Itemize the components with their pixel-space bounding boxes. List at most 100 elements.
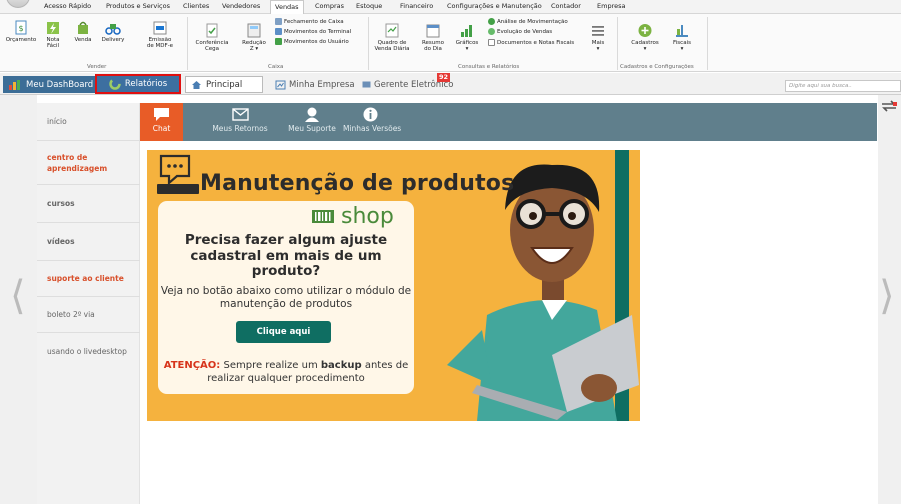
fechamento-caixa-button[interactable]: Fechamento de Caixa (275, 18, 344, 25)
notification-badge: 92 (437, 73, 451, 82)
tab-bar: Meu DashBoard Relatórios Principal Minha… (0, 73, 901, 95)
app-orb-button[interactable] (6, 0, 30, 8)
group-label-caixa: Caixa (268, 64, 284, 70)
lightning-doc-icon (47, 22, 59, 34)
graficos-button[interactable]: Gráficos ▾ (452, 23, 482, 52)
group-label-consultas: Consultas e Relatórios (458, 64, 520, 70)
quadro-venda-diaria-button[interactable]: Quadro de Venda Diária (372, 23, 412, 52)
board-icon (385, 23, 399, 38)
ribbon: $ Orçamento Nota Fácil Venda Delivery Emi… (0, 14, 901, 72)
tab-principal[interactable]: Principal (185, 76, 263, 93)
reducao-z-button[interactable]: Redução Z ▾ (239, 23, 269, 52)
chevron-right-icon[interactable]: ⟩ (879, 273, 895, 319)
calendar-icon (426, 24, 440, 38)
menu-vendedores[interactable]: Vendedores (222, 2, 260, 10)
ribbon-separator (368, 17, 369, 70)
sidebar-item-boleto[interactable]: boleto 2º via (37, 297, 140, 333)
cash-register-icon (247, 23, 261, 38)
sidebar-item-inicio[interactable]: início (37, 103, 140, 141)
menu-compras[interactable]: Compras (315, 2, 344, 10)
banner-heading: Precisa fazer algum ajuste cadastral em … (184, 232, 388, 279)
sidebar: início centro de aprendizagem cursos víd… (37, 103, 140, 504)
chevron-left-icon[interactable]: ⟨ (10, 273, 26, 319)
movimentos-usuario-button[interactable]: Movimentos do Usuário (275, 38, 349, 45)
shop-logo: shop (312, 204, 394, 229)
tab-relatorios[interactable]: Relatórios (95, 74, 181, 94)
documentos-notas-button[interactable]: Documentos e Notas Fiscais (488, 39, 574, 46)
hamburger-icon (592, 26, 604, 36)
right-nav-pane: ⟩ (878, 95, 901, 504)
sidebar-item-livedesktop[interactable]: usando o livedesktop (37, 333, 140, 373)
tab-minhas-versoes[interactable]: Minhas Versões (343, 107, 401, 133)
truck-doc-icon (153, 21, 167, 35)
monitor-icon (362, 81, 371, 87)
menu-configuracoes[interactable]: Configurações e Manutenção (447, 2, 542, 10)
tab-meu-suporte[interactable]: Meu Suporte (283, 107, 341, 133)
banner-title: Manutenção de produtos (200, 171, 515, 196)
tab-minha-empresa[interactable]: Minha Empresa (275, 76, 355, 93)
sidebar-item-centro-aprendizagem[interactable]: centro de aprendizagem (37, 141, 140, 185)
menu-estoque[interactable]: Estoque (356, 2, 382, 10)
menu-clientes[interactable]: Clientes (183, 2, 209, 10)
checklist-icon (206, 23, 218, 38)
search-input[interactable]: Digite aqui sua busca.. (785, 80, 901, 92)
spinner-icon (109, 78, 121, 90)
user-support-icon (305, 107, 319, 122)
menu-produtos[interactable]: Produtos e Serviços (106, 2, 170, 10)
sidebar-item-cursos[interactable]: cursos (37, 185, 140, 223)
resumo-do-dia-button[interactable]: Resumo do Dia (418, 23, 448, 52)
dashboard-chart-icon (9, 80, 20, 90)
pie-chart-icon (488, 18, 495, 25)
svg-text:$: $ (19, 24, 24, 33)
barcode-icon (312, 210, 334, 223)
chat-bubble-icon (154, 108, 169, 121)
bar-chart-icon (461, 25, 472, 37)
home-icon (192, 80, 201, 89)
cadastros-button[interactable]: Cadastros ▾ (628, 23, 662, 52)
document-icon (488, 39, 495, 46)
shopping-bag-icon (78, 21, 88, 34)
ribbon-separator (617, 17, 618, 70)
sidebar-item-suporte[interactable]: suporte ao cliente (37, 261, 140, 297)
banner-warning: ATENÇÃO: Sempre realize um backup antes … (163, 360, 409, 384)
group-label-cadastros: Cadastros e Configurações (620, 64, 694, 70)
building-chart-icon (275, 80, 286, 89)
tab-meu-dashboard[interactable]: Meu DashBoard (3, 76, 99, 93)
menu-empresa[interactable]: Empresa (597, 2, 625, 10)
document-dollar-icon: $ (15, 20, 27, 35)
mais-button[interactable]: Mais ▾ (588, 23, 608, 52)
plus-circle-icon (638, 24, 652, 37)
menu-vendas[interactable]: Vendas (270, 0, 304, 15)
motorcycle-icon (105, 24, 121, 35)
orcamento-button[interactable]: $ Orçamento (4, 20, 38, 43)
menu-financeiro[interactable]: Financeiro (400, 2, 433, 10)
info-icon (363, 107, 377, 122)
analise-movimentacao-button[interactable]: Análise de Movimentação (488, 18, 568, 25)
register-icon (275, 18, 282, 25)
evolucao-vendas-button[interactable]: Evolução de Vendas (488, 28, 552, 35)
menu-contador[interactable]: Contador (551, 2, 581, 10)
scale-icon (676, 25, 688, 37)
nota-facil-button[interactable]: Nota Fácil (40, 20, 66, 49)
chat-tab-content[interactable]: Chat (140, 107, 183, 133)
users-icon (275, 38, 282, 45)
clique-aqui-button[interactable]: Clique aqui (236, 321, 331, 343)
terminal-icon (275, 28, 282, 35)
ribbon-separator (187, 17, 188, 70)
ribbon-separator (707, 17, 708, 70)
conferencia-cega-button[interactable]: Conferência Cega (191, 23, 233, 52)
left-nav-pane: ⟨ (0, 95, 37, 504)
banner-text: Veja no botão abaixo como utilizar o mód… (160, 285, 412, 310)
venda-button[interactable]: Venda (70, 20, 96, 43)
growth-icon (488, 28, 495, 35)
envelope-icon (231, 108, 249, 121)
delivery-button[interactable]: Delivery (98, 20, 128, 43)
movimentos-terminal-button[interactable]: Movimentos do Terminal (275, 28, 351, 35)
sidebar-item-videos[interactable]: vídeos (37, 223, 140, 261)
group-label-vender: Vender (87, 64, 107, 70)
swap-arrows-icon[interactable] (880, 99, 898, 113)
fiscais-button[interactable]: Fiscais ▾ (668, 23, 696, 52)
emissao-mdfe-button[interactable]: Emissão de MDF-e (144, 20, 176, 49)
menu-acesso-rapido[interactable]: Acesso Rápido (44, 2, 91, 10)
tab-meus-retornos[interactable]: Meus Retornos (208, 107, 272, 133)
